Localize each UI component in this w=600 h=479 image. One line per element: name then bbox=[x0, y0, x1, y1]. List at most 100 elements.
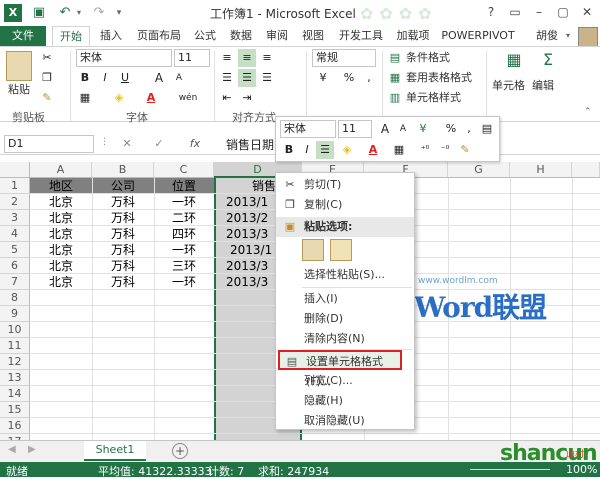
tab-view[interactable]: 视图 bbox=[298, 26, 328, 46]
mini-grow-font-button[interactable]: A bbox=[376, 120, 394, 138]
restore-button[interactable]: ▢ bbox=[552, 2, 574, 22]
increase-indent-icon[interactable]: ⇥ bbox=[238, 89, 256, 107]
row-header[interactable]: 14 bbox=[0, 386, 30, 402]
help-button[interactable]: ? bbox=[480, 2, 502, 22]
tab-data[interactable]: 数据 bbox=[226, 26, 256, 46]
column-header-b[interactable]: B bbox=[92, 162, 154, 178]
tab-developer[interactable]: 开发工具 bbox=[334, 26, 388, 46]
cells-icon[interactable]: ▦ bbox=[502, 51, 526, 75]
cancel-entry-button[interactable]: ✕ bbox=[118, 135, 136, 153]
mini-decrease-decimal-button[interactable]: ⁻⁰ bbox=[436, 141, 454, 159]
tab-addins[interactable]: 加载项 bbox=[392, 26, 434, 46]
cell-styles-icon[interactable]: ▥ bbox=[386, 89, 404, 107]
minimize-button[interactable]: – bbox=[528, 2, 550, 22]
column-header-h[interactable]: H bbox=[510, 162, 572, 178]
tab-page-layout[interactable]: 页面布局 bbox=[132, 26, 186, 46]
row-header[interactable]: 7 bbox=[0, 274, 30, 290]
italic-button[interactable]: I bbox=[96, 69, 114, 87]
editing-icon[interactable]: Σ bbox=[536, 51, 560, 75]
menu-item-delete[interactable]: 删除(D) bbox=[276, 309, 414, 329]
tab-file[interactable]: 文件 bbox=[0, 26, 46, 46]
menu-item-unhide[interactable]: 取消隐藏(U) bbox=[276, 411, 414, 431]
column-header-g[interactable]: G bbox=[448, 162, 510, 178]
cell-a7[interactable]: 北京 bbox=[30, 274, 92, 290]
fill-color-icon[interactable]: ◈ bbox=[110, 89, 128, 107]
ribbon-display-icon[interactable]: ▭ bbox=[504, 2, 526, 22]
copy-icon[interactable]: ❐ bbox=[38, 69, 56, 87]
cell-styles-button[interactable]: 单元格样式 bbox=[406, 89, 461, 107]
row-header[interactable]: 9 bbox=[0, 306, 30, 322]
editing-button[interactable]: 编辑 bbox=[532, 77, 554, 95]
underline-button[interactable]: U bbox=[116, 69, 134, 87]
next-sheet-icon[interactable]: ▶ bbox=[28, 444, 36, 455]
tab-powerpivot[interactable]: POWERPIVOT bbox=[438, 26, 518, 46]
percent-button[interactable]: % bbox=[340, 69, 358, 87]
align-bottom-icon[interactable]: ≡ bbox=[258, 49, 276, 67]
header-cell-company[interactable]: 公司 bbox=[92, 178, 154, 194]
cells-button[interactable]: 单元格 bbox=[492, 77, 525, 95]
menu-item-insert[interactable]: 插入(I) bbox=[276, 289, 414, 309]
mini-comma-button[interactable]: , bbox=[460, 120, 478, 138]
cell-a2[interactable]: 北京 bbox=[30, 194, 92, 210]
font-name-box[interactable]: 宋体 bbox=[76, 49, 172, 67]
cell-c2[interactable]: 一环 bbox=[154, 194, 214, 210]
paste-icon[interactable] bbox=[6, 51, 32, 81]
cell-b7[interactable]: 万科 bbox=[92, 274, 154, 290]
mini-borders-icon[interactable]: ▦ bbox=[390, 141, 408, 159]
cell-a4[interactable]: 北京 bbox=[30, 226, 92, 242]
mini-center-icon[interactable]: ☰ bbox=[316, 141, 334, 159]
currency-button[interactable]: ¥ bbox=[314, 69, 332, 87]
mini-currency-button[interactable]: ¥ bbox=[414, 120, 432, 138]
user-name[interactable]: 胡俊 bbox=[532, 26, 562, 46]
cell-c3[interactable]: 二环 bbox=[154, 210, 214, 226]
tab-review[interactable]: 审阅 bbox=[262, 26, 292, 46]
shrink-font-button[interactable]: A bbox=[170, 69, 188, 87]
format-painter-icon[interactable]: ✎ bbox=[38, 89, 56, 107]
row-header[interactable]: 1 bbox=[0, 178, 30, 194]
tab-insert[interactable]: 插入 bbox=[94, 26, 128, 46]
mini-percent-button[interactable]: % bbox=[442, 120, 460, 138]
conditional-format-icon[interactable]: ▤ bbox=[386, 49, 404, 67]
align-right-icon[interactable]: ☰ bbox=[258, 69, 276, 87]
close-button[interactable]: ✕ bbox=[576, 2, 598, 22]
cell-c7[interactable]: 一环 bbox=[154, 274, 214, 290]
cell-a3[interactable]: 北京 bbox=[30, 210, 92, 226]
row-header[interactable]: 12 bbox=[0, 354, 30, 370]
row-header[interactable]: 13 bbox=[0, 370, 30, 386]
cell-c4[interactable]: 四环 bbox=[154, 226, 214, 242]
row-header[interactable]: 4 bbox=[0, 226, 30, 242]
format-as-table-button[interactable]: 套用表格格式 bbox=[406, 69, 472, 87]
grow-font-button[interactable]: A bbox=[150, 69, 168, 87]
mini-increase-decimal-button[interactable]: ⁺⁰ bbox=[416, 141, 434, 159]
formula-input[interactable]: 销售日期 bbox=[226, 136, 274, 153]
align-left-icon[interactable]: ☰ bbox=[218, 69, 236, 87]
number-format-box[interactable]: 常规 bbox=[312, 49, 376, 67]
undo-dropdown-icon[interactable]: ▾ bbox=[74, 4, 84, 22]
mini-bold-button[interactable]: B bbox=[280, 141, 298, 159]
menu-item-clear-contents[interactable]: 清除内容(N) bbox=[276, 329, 414, 349]
mini-font-color-button[interactable]: A bbox=[364, 141, 382, 159]
paste-button[interactable]: 粘贴 bbox=[8, 81, 30, 99]
mini-format-painter-icon[interactable]: ✎ bbox=[456, 141, 474, 159]
bold-button[interactable]: B bbox=[76, 69, 94, 87]
paste-option-values-icon[interactable] bbox=[330, 239, 352, 261]
format-table-icon[interactable]: ▦ bbox=[386, 69, 404, 87]
phonetic-button[interactable]: wén bbox=[176, 89, 200, 107]
header-cell-region[interactable]: 地区 bbox=[30, 178, 92, 194]
align-middle-icon[interactable]: ≡ bbox=[238, 49, 256, 67]
zoom-slider[interactable] bbox=[470, 469, 550, 470]
insert-function-button[interactable]: fx bbox=[186, 135, 204, 153]
cell-c6[interactable]: 三环 bbox=[154, 258, 214, 274]
row-header[interactable]: 11 bbox=[0, 338, 30, 354]
row-header[interactable]: 5 bbox=[0, 242, 30, 258]
cell-b6[interactable]: 万科 bbox=[92, 258, 154, 274]
row-header[interactable]: 15 bbox=[0, 402, 30, 418]
sheet-tab-sheet1[interactable]: Sheet1 bbox=[84, 441, 146, 461]
cut-icon[interactable]: ✂ bbox=[38, 49, 56, 67]
tab-formulas[interactable]: 公式 bbox=[190, 26, 220, 46]
menu-item-paste-special[interactable]: 选择性粘贴(S)... bbox=[276, 265, 414, 285]
cell-b4[interactable]: 万科 bbox=[92, 226, 154, 242]
mini-fill-color-icon[interactable]: ◈ bbox=[338, 141, 356, 159]
new-sheet-button[interactable]: + bbox=[172, 443, 188, 459]
row-header[interactable]: 3 bbox=[0, 210, 30, 226]
